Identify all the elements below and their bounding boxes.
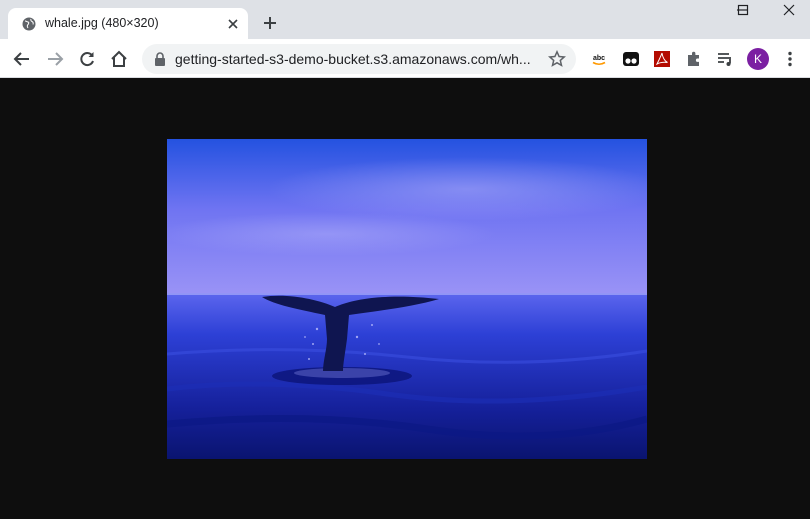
kebab-menu-icon[interactable] bbox=[780, 49, 800, 69]
url-text[interactable]: getting-started-s3-demo-bucket.s3.amazon… bbox=[175, 51, 535, 67]
lock-icon[interactable] bbox=[154, 52, 166, 66]
address-bar[interactable]: getting-started-s3-demo-bucket.s3.amazon… bbox=[142, 44, 576, 74]
globe-icon bbox=[22, 17, 36, 31]
maximize-icon[interactable] bbox=[731, 4, 755, 24]
svg-text:abc: abc bbox=[593, 55, 605, 62]
media-queue-icon[interactable] bbox=[715, 49, 735, 69]
close-window-icon[interactable] bbox=[777, 4, 801, 24]
home-icon[interactable] bbox=[109, 49, 129, 69]
star-icon[interactable] bbox=[547, 49, 567, 68]
back-arrow-icon[interactable] bbox=[12, 49, 32, 69]
tab-strip: whale.jpg (480×320) bbox=[0, 0, 810, 39]
plus-icon[interactable] bbox=[261, 14, 279, 32]
tampermonkey-extension-icon[interactable] bbox=[621, 49, 641, 69]
browser-tab[interactable]: whale.jpg (480×320) bbox=[8, 8, 248, 39]
browser-toolbar: getting-started-s3-demo-bucket.s3.amazon… bbox=[0, 39, 810, 78]
page-viewport bbox=[0, 78, 810, 519]
puzzle-icon[interactable] bbox=[684, 49, 704, 69]
pdf-extension-icon[interactable] bbox=[652, 49, 672, 69]
tab-title: whale.jpg (480×320) bbox=[45, 16, 159, 30]
avatar[interactable]: K bbox=[747, 48, 769, 70]
forward-arrow-icon[interactable] bbox=[45, 49, 65, 69]
whale-tail-image bbox=[167, 139, 647, 459]
reload-icon[interactable] bbox=[77, 49, 97, 69]
close-icon[interactable] bbox=[226, 17, 240, 31]
amazon-extension-icon[interactable]: abc bbox=[589, 49, 609, 69]
